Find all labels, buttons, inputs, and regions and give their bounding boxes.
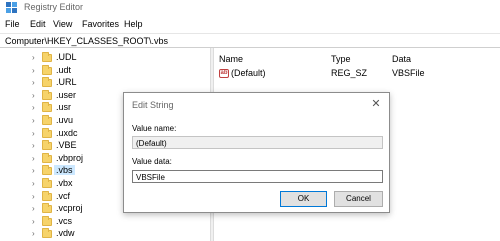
tree-item[interactable]: › .vdw [0,228,210,240]
chevron-right-icon[interactable]: › [32,166,35,175]
chevron-right-icon[interactable]: › [32,141,35,150]
window-title: Registry Editor [24,2,84,12]
chevron-right-icon[interactable]: › [32,116,35,125]
chevron-right-icon[interactable]: › [32,229,35,238]
folder-icon [42,64,52,75]
tree-item-label: .udt [56,64,72,75]
value-name-field: (Default) [132,136,383,149]
tree-item-label: .vbs [54,165,75,176]
chevron-right-icon[interactable]: › [32,53,35,62]
tree-item-label: .VBE [56,140,77,151]
menu-edit[interactable]: Edit [30,19,46,29]
tree-item-label: .vdw [56,228,75,239]
folder-icon [42,52,52,62]
tree-item-label: .URL [56,77,77,88]
address-path[interactable]: Computer\HKEY_CLASSES_ROOT\.vbs [5,36,168,46]
folder-icon [42,215,52,226]
tree-item-label: .vbproj [56,152,84,163]
column-header-data[interactable]: Data [392,54,411,64]
folder-icon [42,89,52,100]
tree-item-label: .usr [56,102,72,113]
chevron-right-icon[interactable]: › [32,179,35,188]
chevron-right-icon[interactable]: › [32,217,35,226]
value-name: (Default) [231,68,266,78]
value-data: VBSFile [392,68,425,78]
address-bar[interactable]: Computer\HKEY_CLASSES_ROOT\.vbs [0,33,500,48]
chevron-right-icon[interactable]: › [32,103,35,112]
tree-item-label: .vbx [56,178,73,188]
title-bar: Registry Editor [0,0,500,16]
column-header-name[interactable]: Name [219,54,243,64]
value-data-input[interactable]: VBSFile [132,170,383,183]
folder-icon [42,152,52,163]
registry-editor-icon [6,2,17,13]
chevron-right-icon[interactable]: › [32,204,35,213]
tree-item[interactable]: › .vcs [0,215,210,228]
tree-item-label: .user [56,89,77,100]
edit-string-dialog: Edit String ✕ Value name: (Default) Valu… [123,92,390,213]
value-row[interactable]: ab (Default) REG_SZ VBSFile [215,68,500,80]
tree-item-label: .UDL [56,52,77,62]
value-data-label: Value data: [132,157,172,166]
menu-bar: File Edit View Favorites Help [0,17,500,32]
chevron-right-icon[interactable]: › [32,91,35,100]
folder-icon [42,140,52,151]
menu-file[interactable]: File [5,19,20,29]
folder-icon [42,102,52,113]
tree-item-label: .uxdc [56,127,78,138]
menu-view[interactable]: View [53,19,72,29]
folder-icon [42,127,52,138]
tree-item-label: .vcf [56,190,71,201]
chevron-right-icon[interactable]: › [32,66,35,75]
chevron-right-icon[interactable]: › [32,129,35,138]
tree-item[interactable]: › .udt [0,64,210,77]
folder-icon [42,203,52,214]
chevron-right-icon[interactable]: › [32,154,35,163]
tree-item[interactable]: › .URL [0,77,210,89]
tree-item-label: .vcs [56,215,73,226]
string-value-icon: ab [219,69,229,78]
menu-favorites[interactable]: Favorites [82,19,119,29]
dialog-title: Edit String [132,100,174,110]
close-icon[interactable]: ✕ [369,97,383,111]
chevron-right-icon[interactable]: › [32,78,35,87]
column-header-type[interactable]: Type [331,54,351,64]
folder-icon [42,77,52,88]
tree-item-label: .uvu [56,115,74,125]
tree-item-label: .vcproj [56,203,83,214]
tree-item[interactable]: › .UDL [0,52,210,64]
folder-icon [42,178,52,188]
folder-icon [42,190,52,201]
chevron-right-icon[interactable]: › [32,192,35,201]
ok-button[interactable]: OK [280,191,327,207]
menu-help[interactable]: Help [124,19,143,29]
folder-icon [42,115,52,125]
folder-icon [42,228,52,239]
value-name-label: Value name: [132,124,177,133]
cancel-button[interactable]: Cancel [334,191,383,207]
folder-icon [42,165,52,176]
value-type: REG_SZ [331,68,368,78]
